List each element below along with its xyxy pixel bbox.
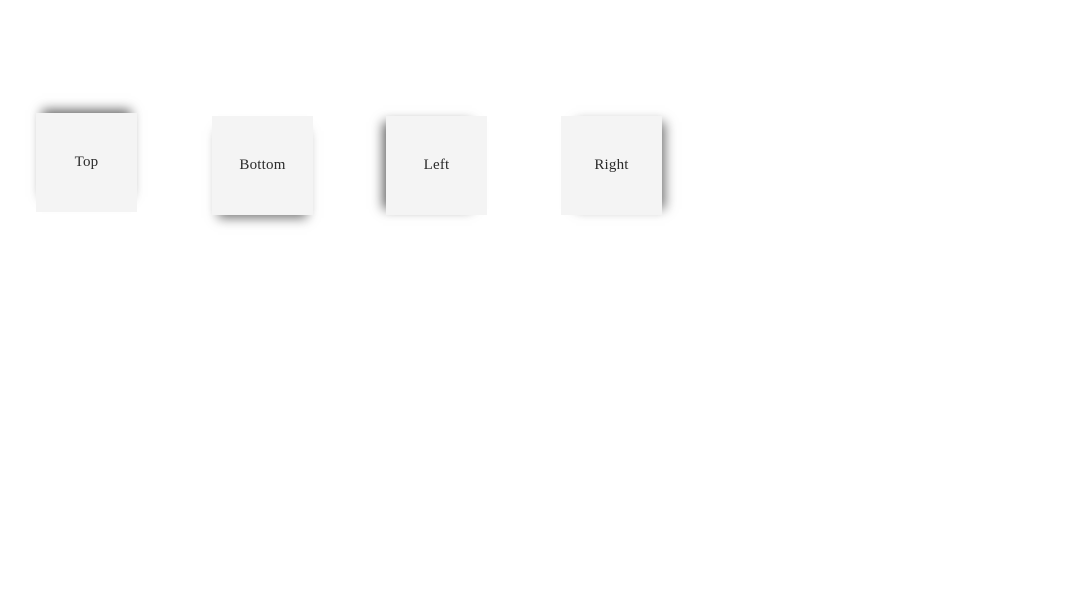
shadow-box-label: Left xyxy=(423,157,450,173)
shadow-box-right[interactable]: Right xyxy=(561,116,662,215)
shadow-box-label: Right xyxy=(594,157,629,173)
shadow-box-label: Top xyxy=(74,154,99,170)
shadow-demo-canvas: Top Bottom Left Right xyxy=(0,0,1080,594)
shadow-box-top[interactable]: Top xyxy=(36,113,137,212)
shadow-box-left[interactable]: Left xyxy=(386,116,487,215)
shadow-box-label: Bottom xyxy=(239,157,286,173)
shadow-box-bottom[interactable]: Bottom xyxy=(212,116,313,215)
